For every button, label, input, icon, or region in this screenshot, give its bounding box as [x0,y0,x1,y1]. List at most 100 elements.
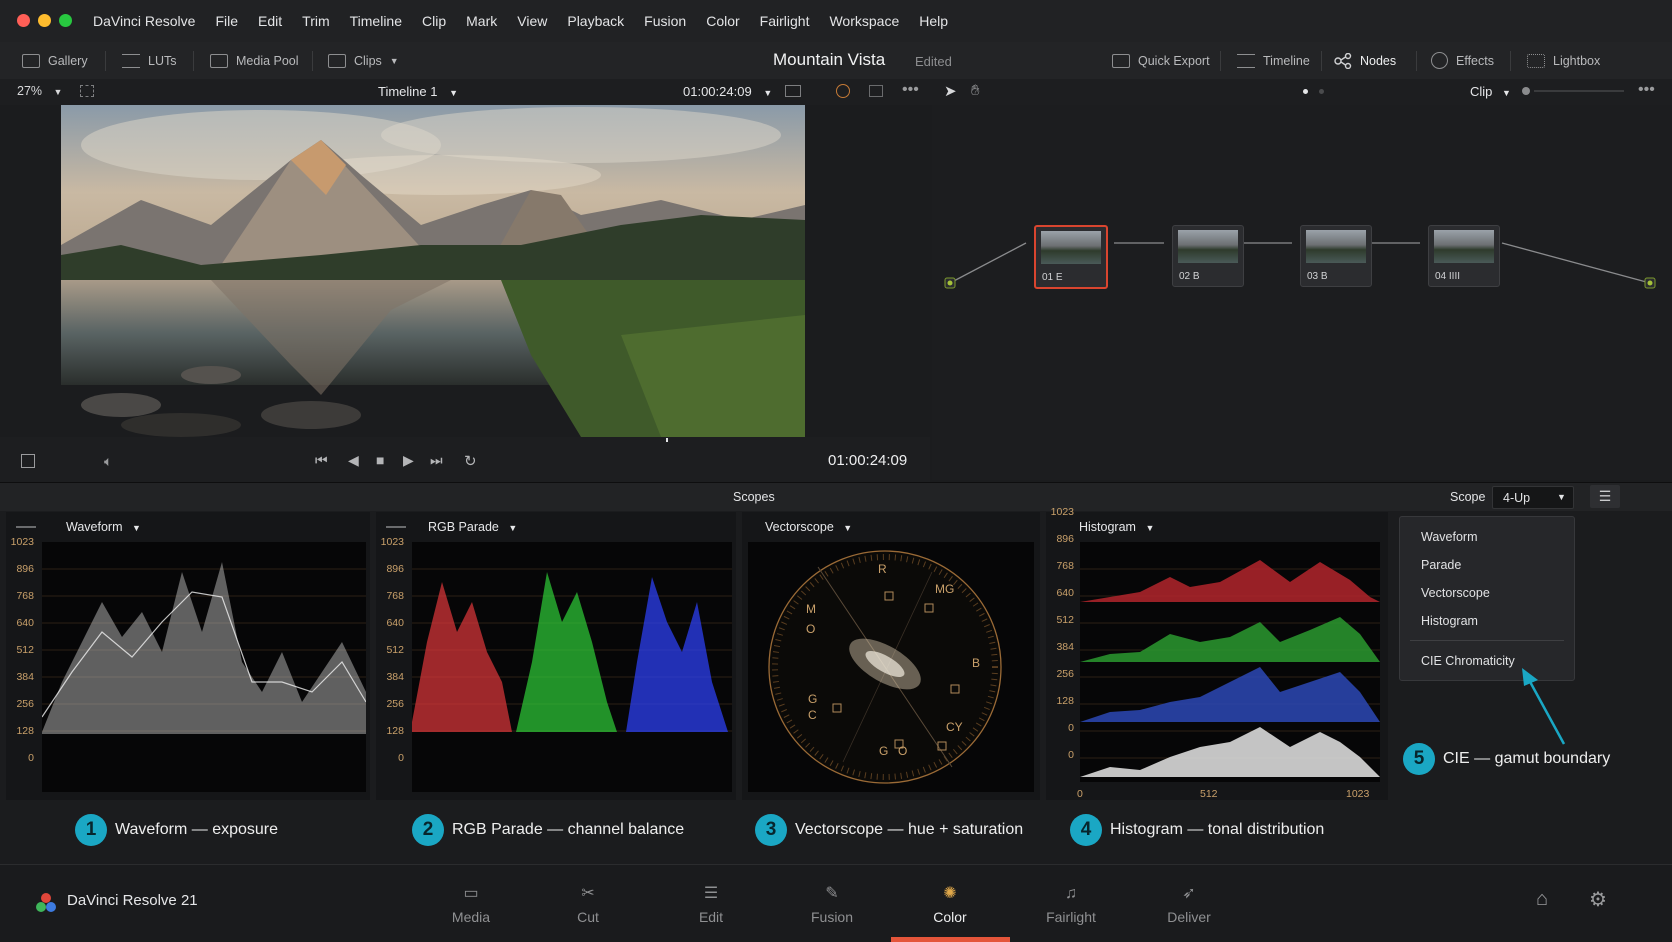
callout-histogram: 4 Histogram — tonal distribution [1070,814,1324,846]
quick-export-label: Quick Export [1138,53,1210,68]
menu-view[interactable]: View [517,13,547,29]
media-pool-button[interactable]: Media Pool [210,42,299,79]
scope-settings-icon[interactable]: ☰ [1590,485,1620,508]
menu-item-cie[interactable]: CIE Chromaticity [1421,654,1515,668]
skip-start-icon[interactable]: ⏮︎ [315,452,328,469]
lightbox-button[interactable]: Lightbox [1527,42,1600,79]
vector-label: O [806,622,816,636]
page-fairlight[interactable]: ♫ Fairlight [1031,885,1111,925]
node-03[interactable]: 03 B [1300,225,1372,287]
node-mode-select[interactable]: Clip ▼ [1470,84,1511,99]
skip-end-icon[interactable]: ⏭︎ [430,452,443,469]
chevron-down-icon: ▼ [131,523,141,533]
callout-number: 2 [412,814,444,846]
color-wheel-icon[interactable] [836,84,850,98]
y-tick: 128 [16,725,34,737]
node-01[interactable]: 01 E [1034,225,1108,289]
page-dot[interactable] [1319,89,1324,94]
reverse-icon[interactable]: ◀︎ [348,452,359,469]
settings-gear-icon[interactable]: ⚙︎ [1589,887,1607,912]
fairlight-page-icon: ♫ [1065,885,1077,902]
hand-tool-icon[interactable]: ✋︎ [971,82,980,99]
page-cut[interactable]: ✂︎ Cut [548,885,628,925]
menu-help[interactable]: Help [919,13,948,29]
y-tick: 256 [16,698,34,710]
zoom-slider-track[interactable] [1534,90,1624,92]
scope-mode-select[interactable]: 4-Up ▼ [1492,486,1574,509]
menu-divider [1410,640,1564,641]
close-window-button[interactable] [17,14,30,27]
histogram-title[interactable]: Histogram ▼ [1079,520,1154,534]
zoom-window-button[interactable] [59,14,72,27]
menu-item-waveform[interactable]: Waveform [1421,530,1478,544]
split-icon[interactable] [869,85,883,97]
page-edit[interactable]: ☰ Edit [671,885,751,925]
gallery-button[interactable]: Gallery [22,42,88,79]
minimize-window-button[interactable] [38,14,51,27]
quick-export-button[interactable]: Quick Export [1112,42,1210,79]
volume-icon[interactable]: 🔈︎ [104,453,112,470]
node-label: 02 B [1179,271,1200,282]
effects-button[interactable]: Effects [1431,42,1494,79]
viewer-mode-icon[interactable] [80,85,94,97]
menu-file[interactable]: File [215,13,238,29]
menu-item-vectorscope[interactable]: Vectorscope [1421,586,1490,600]
more-options-icon[interactable]: ••• [902,81,919,99]
home-icon[interactable]: ⌂ [1536,888,1548,911]
menu-fairlight[interactable]: Fairlight [760,13,810,29]
y-tick: 512 [386,644,404,656]
callout-number: 3 [755,814,787,846]
menu-edit[interactable]: Edit [258,13,282,29]
viewer-image[interactable] [61,105,805,437]
timeline-select[interactable]: Timeline 1 ▼ [378,84,458,99]
node-04[interactable]: 04 IIII [1428,225,1500,287]
loop-icon[interactable]: ↻ [464,452,477,470]
page-deliver[interactable]: ➶ Deliver [1149,885,1229,925]
page-color[interactable]: ✺ Color [910,885,990,925]
luts-button[interactable]: LUTs [122,42,176,79]
play-icon[interactable]: ▶︎ [403,452,414,469]
timecode-select[interactable]: 01:00:24:09 ▼ [683,84,772,99]
menu-color[interactable]: Color [706,13,739,29]
pointer-tool-icon[interactable]: ➤ [944,82,957,100]
zoom-select[interactable]: 27% ▼ [17,84,62,98]
y-tick: 1023 [1050,506,1074,518]
page-media[interactable]: ▭ Media [431,885,511,925]
fusion-page-icon: ✎ [825,885,839,902]
parade-title-label: RGB Parade [428,520,499,534]
media-pool-icon [210,53,228,68]
vectorscope-title[interactable]: Vectorscope ▼ [765,520,852,534]
monitor-icon[interactable] [785,85,801,97]
clips-button[interactable]: Clips ▼ [328,42,399,79]
luts-label: LUTs [148,53,177,68]
menu-trim[interactable]: Trim [302,13,329,29]
y-tick: 0 [398,752,404,764]
more-options-icon[interactable]: ••• [1638,81,1655,99]
x-tick: 512 [1200,788,1218,800]
nodes-button[interactable]: Nodes [1334,42,1396,79]
menu-workspace[interactable]: Workspace [829,13,899,29]
callout-number: 4 [1070,814,1102,846]
grade-tool-icon[interactable] [21,454,35,468]
parade-title[interactable]: RGB Parade ▼ [428,520,517,534]
lightbox-icon [1527,53,1545,68]
zoom-slider-handle[interactable] [1522,87,1530,95]
menu-mark[interactable]: Mark [466,13,497,29]
page-dot-active[interactable] [1303,89,1308,94]
menu-playback[interactable]: Playback [567,13,624,29]
callout-text: Histogram — tonal distribution [1110,821,1325,838]
menu-timeline[interactable]: Timeline [350,13,402,29]
cut-page-icon: ✂︎ [581,885,595,902]
menu-clip[interactable]: Clip [422,13,446,29]
app-menu[interactable]: DaVinci Resolve [93,13,195,29]
timeline-button[interactable]: Timeline [1237,42,1310,79]
menu-item-histogram[interactable]: Histogram [1421,614,1478,628]
node-thumbnail [1434,230,1494,263]
node-02[interactable]: 02 B [1172,225,1244,287]
waveform-title[interactable]: Waveform ▼ [66,520,141,534]
stop-icon[interactable]: ■ [376,452,384,468]
menu-item-parade[interactable]: Parade [1421,558,1461,572]
menu-fusion[interactable]: Fusion [644,13,686,29]
page-fusion[interactable]: ✎ Fusion [792,885,872,925]
node-graph[interactable]: 01 E 02 B 03 B 04 IIII [932,105,1672,480]
